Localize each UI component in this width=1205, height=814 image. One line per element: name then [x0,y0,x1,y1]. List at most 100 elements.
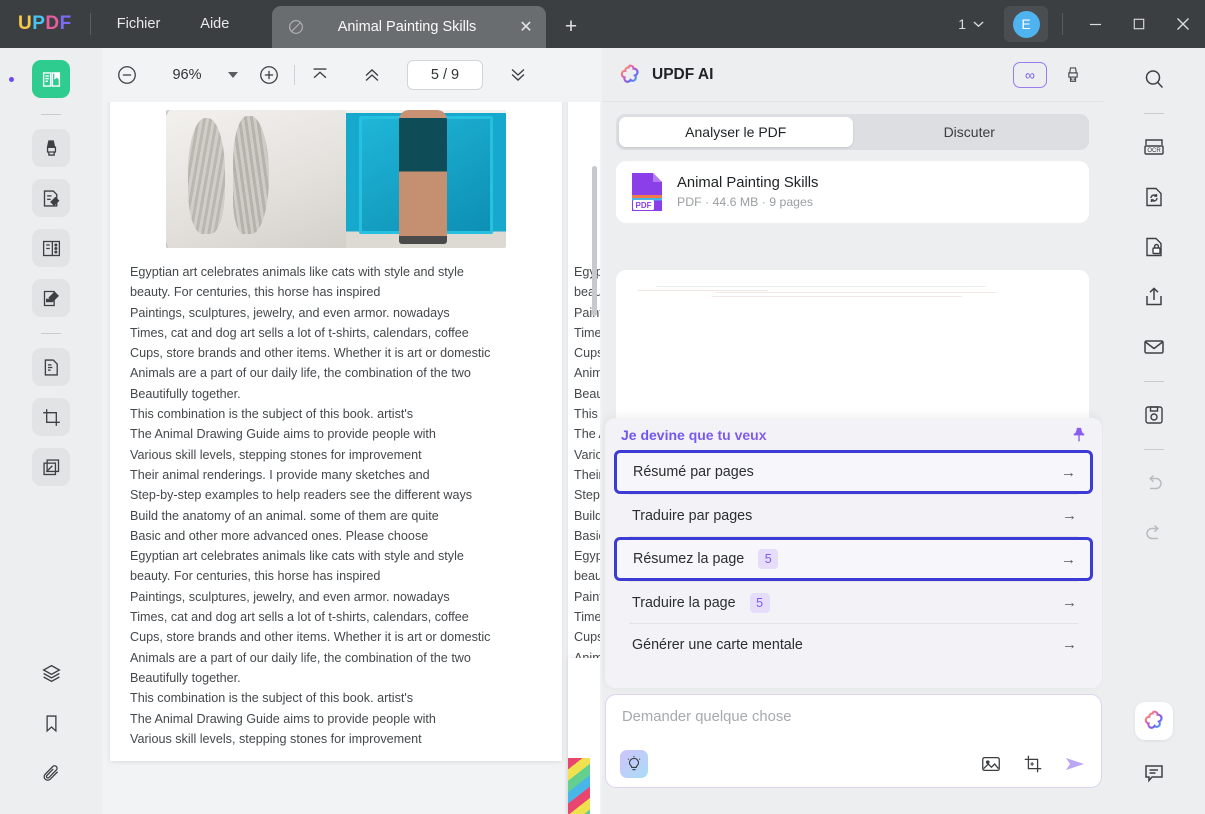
prompt-suggestions-button[interactable] [620,750,648,778]
sidebar-item-batch[interactable] [32,448,70,486]
sidebar-item-layers[interactable] [32,654,70,692]
sidebar-item-protect[interactable] [1135,228,1173,266]
pin-icon[interactable] [1070,426,1088,444]
avatar: E [1012,10,1040,38]
suggestion-item[interactable]: Traduire la page 5 → [616,582,1091,623]
close-window-button[interactable] [1161,0,1205,48]
pdf-text-line: Step-by-step examples to help readers se… [130,488,473,503]
faint-content-line [638,290,768,291]
redo-icon [1146,524,1159,540]
sidebar-item-save[interactable] [1135,396,1173,434]
suggestion-item[interactable]: Résumez la page 5 → [614,537,1093,581]
ai-panel-header: UPDF AI ∞ [602,48,1103,102]
pdf-text-line: Basic and other more advanced ones. Plea… [130,528,429,543]
ai-prompt-input[interactable]: Demander quelque chose [606,695,1101,725]
minimize-button[interactable] [1073,0,1117,48]
ocr-icon: OCR [1144,139,1164,155]
pdf-edge-text-line: Cups, [574,346,600,361]
sidebar-item-bookmarks[interactable] [32,704,70,742]
svg-text:PDF: PDF [636,201,652,210]
suggestion-page-badge: 5 [749,592,770,613]
sidebar-item-email[interactable] [1135,328,1173,366]
attached-file-card[interactable]: PDF Animal Painting Skills PDF · 44.6 MB… [616,161,1089,223]
first-page-button[interactable] [303,58,337,92]
close-icon [1177,18,1189,30]
prev-page-icon [365,69,379,82]
viewer-vertical-scrollbar[interactable] [592,166,597,316]
unsaved-indicator-dot [9,77,14,82]
sidebar-item-comment[interactable] [1135,754,1173,792]
next-page-icon [511,68,525,81]
sidebar-item-updf-ai[interactable] [1135,702,1173,740]
titlebar-right-controls: 1 E [952,0,1205,48]
sidebar-item-organize-pages[interactable] [32,229,70,267]
menu-fichier[interactable]: Fichier [103,10,175,38]
sidebar-item-reader-mode[interactable] [32,60,70,98]
next-page-button[interactable] [501,58,535,92]
pdf-text-line: Animals are a part of our daily life, th… [130,650,471,665]
faint-content-line [712,296,962,297]
sidebar-item-convert[interactable] [1135,178,1173,216]
chevron-down-icon [973,21,984,28]
send-message-button[interactable] [1063,752,1087,776]
previous-page-button[interactable] [355,58,389,92]
first-page-icon [313,68,327,79]
pdf-text-line: Cups, store brands and other items. Whet… [130,346,491,361]
tab-discuter[interactable]: Discuter [853,117,1087,147]
close-tab-icon[interactable]: ✕ [512,13,540,41]
sidebar-item-edit-pdf[interactable] [32,179,70,217]
snapshot-button[interactable] [1021,752,1045,776]
pdf-edge-text-line: Step- [574,488,600,503]
sidebar-item-convert[interactable] [32,348,70,386]
maximize-icon [1133,18,1145,30]
zoom-out-button[interactable] [110,58,144,92]
right-toolbar: OCR [1103,48,1205,814]
sidebar-item-redo[interactable] [1135,514,1173,552]
document-tab-title: Animal Painting Skills [337,19,477,35]
page-number-input[interactable]: 5 / 9 [407,60,483,90]
maximize-button[interactable] [1117,0,1161,48]
zoom-dropdown-icon[interactable] [228,72,238,78]
pdf-text-line: Egyptian art celebrates animals like cat… [130,265,464,279]
pdf-edge-text-line: Vario [574,447,600,462]
suggestion-item[interactable]: Traduire par pages → [616,495,1091,536]
pdf-text-line: Beautifully together. [130,670,241,685]
paperclip-icon [43,764,58,781]
pdf-page: Egyptian art celebrates animals like cat… [110,102,562,762]
arrow-right-icon: → [1061,463,1076,481]
pdf-page-area[interactable]: Egypt beau Paint Times Cups, Anim Beau This c Th… [102,102,600,814]
ai-suggestions-title: Je devine que tu veux [621,427,1070,443]
image-icon [982,756,1000,772]
zoom-level-value[interactable]: 96% [164,67,210,83]
tab-analyser-le-pdf[interactable]: Analyser le PDF [619,117,853,147]
unlimited-credits-button[interactable]: ∞ [1013,61,1047,88]
sidebar-item-form[interactable] [32,279,70,317]
new-tab-button[interactable]: + [556,12,586,42]
window-page-selector[interactable]: 1 [952,11,990,37]
sidebar-item-share[interactable] [1135,278,1173,316]
document-tab[interactable]: Animal Painting Skills ✕ [272,6,546,48]
title-bar: UPDF Fichier Aide Animal Painting Skills… [0,0,1205,48]
arrow-right-icon: → [1062,507,1077,524]
sidebar-item-undo[interactable] [1135,464,1173,502]
pdf-text-line: Their animal renderings. I provide many … [130,467,430,482]
menu-aide[interactable]: Aide [186,10,243,38]
zoom-in-button[interactable] [252,58,286,92]
suggestion-item[interactable]: Résumé par pages → [614,450,1093,494]
sidebar-item-attachments[interactable] [32,754,70,792]
clear-chat-button[interactable] [1057,59,1089,91]
attach-image-button[interactable] [979,752,1003,776]
pdf-edge-text-line: This c [574,407,600,422]
suggestion-label: Résumé par pages [633,464,754,480]
suggestion-item[interactable]: Générer une carte mentale → [616,624,1091,665]
ai-prompt-actions [979,752,1087,776]
pdf-text-line: The Animal Drawing Guide aims to provide… [130,711,436,726]
sidebar-item-search[interactable] [1135,60,1173,98]
sidebar-item-annotate[interactable] [32,129,70,167]
left-toolbar [0,48,102,814]
sidebar-item-crop[interactable] [32,398,70,436]
pdf-text-line: This combination is the subject of this … [130,691,414,706]
pdf-text-line: Cups, store brands and other items. Whet… [130,630,491,645]
user-account-button[interactable]: E [1004,6,1048,42]
sidebar-item-ocr[interactable]: OCR [1135,128,1173,166]
